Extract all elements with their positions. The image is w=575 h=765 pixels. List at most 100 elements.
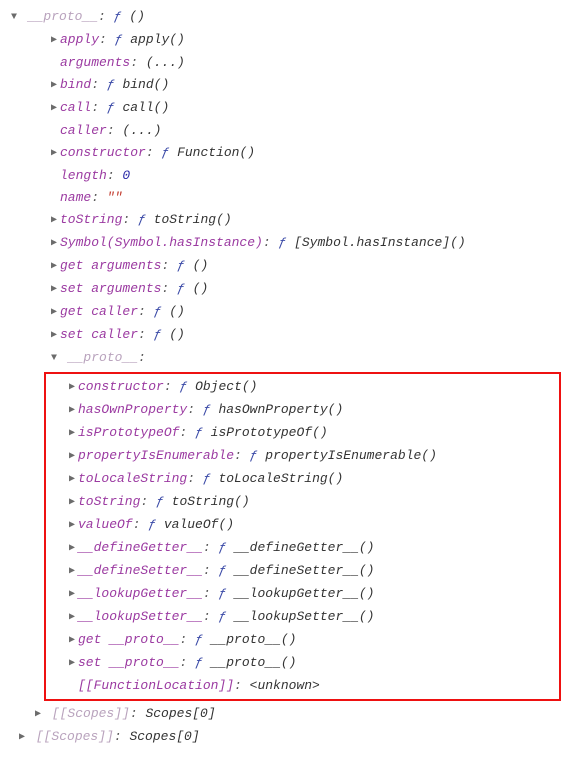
property-key: get caller [60,304,138,319]
property-key: bind [60,77,91,92]
tree-row[interactable]: isPrototypeOf: ƒ isPrototypeOf() [48,422,557,445]
property-key: get arguments [60,258,161,273]
tree-row[interactable]: __defineSetter__: ƒ __defineSetter__() [48,560,557,583]
expand-arrow-icon[interactable] [66,561,78,583]
function-glyph: ƒ [154,304,162,319]
expand-arrow-icon[interactable] [66,492,78,514]
tree-row[interactable]: arguments: (...) [4,52,571,74]
expand-arrow-icon[interactable] [48,30,60,52]
tree-row[interactable]: caller: (...) [4,120,571,142]
tree-row[interactable]: set arguments: ƒ () [4,278,571,301]
tree-row[interactable]: __lookupGetter__: ƒ __lookupGetter__() [48,583,557,606]
property-key: call [60,100,91,115]
tree-row[interactable]: get arguments: ƒ () [4,255,571,278]
expand-arrow-icon[interactable] [48,279,60,301]
expand-arrow-icon[interactable] [66,469,78,491]
tree-row[interactable]: get __proto__: ƒ __proto__() [48,629,557,652]
tree-row[interactable]: __lookupSetter__: ƒ __lookupSetter__() [48,606,557,629]
tree-row[interactable]: length: 0 [4,165,571,187]
expand-arrow-icon[interactable] [66,630,78,652]
expand-arrow-icon[interactable] [8,7,20,29]
expand-arrow-icon[interactable] [48,210,60,232]
expand-arrow-icon[interactable] [48,143,60,165]
expand-arrow-icon[interactable] [48,75,60,97]
function-glyph: ƒ [156,494,164,509]
tree-row[interactable]: toLocaleString: ƒ toLocaleString() [48,468,557,491]
expand-arrow-icon[interactable] [66,423,78,445]
function-glyph: ƒ [218,563,226,578]
tree-row[interactable]: [[FunctionLocation]]: <unknown> [48,675,557,697]
property-value: Scopes[0] [129,729,199,744]
expand-arrow-icon[interactable] [32,704,44,726]
function-glyph: ƒ [138,212,146,227]
tree-row-proto-0[interactable]: __proto__: ƒ () [4,6,571,29]
expand-arrow-icon[interactable] [16,727,28,749]
expand-arrow-icon[interactable] [66,538,78,560]
property-value: () [193,281,209,296]
property-key: set __proto__ [78,655,179,670]
property-key: propertyIsEnumerable [78,448,234,463]
expand-arrow-icon[interactable] [48,302,60,324]
property-key: __lookupGetter__ [78,586,203,601]
tree-row-proto-1[interactable]: __proto__: [4,347,571,370]
tree-row[interactable]: bind: ƒ bind() [4,74,571,97]
tree-row[interactable]: apply: ƒ apply() [4,29,571,52]
tree-row[interactable]: get caller: ƒ () [4,301,571,324]
expand-arrow-icon[interactable] [66,377,78,399]
expand-arrow-icon[interactable] [48,325,60,347]
expand-arrow-icon[interactable] [66,515,78,537]
property-key: __proto__ [68,350,138,365]
property-value: __proto__() [211,632,297,647]
tree-row[interactable]: call: ƒ call() [4,97,571,120]
tree-row[interactable]: constructor: ƒ Object() [48,376,557,399]
function-glyph: ƒ [154,327,162,342]
function-glyph: ƒ [195,632,203,647]
function-glyph: ƒ [218,540,226,555]
tree-row[interactable]: propertyIsEnumerable: ƒ propertyIsEnumer… [48,445,557,468]
tree-row-scopes-outer[interactable]: [[Scopes]]: Scopes[0] [4,726,571,749]
property-value: toLocaleString() [218,471,343,486]
property-key: set arguments [60,281,161,296]
tree-row[interactable]: __defineGetter__: ƒ __defineGetter__() [48,537,557,560]
property-key: valueOf [78,517,133,532]
expand-arrow-icon[interactable] [48,256,60,278]
tree-row[interactable]: toString: ƒ toString() [48,491,557,514]
expand-arrow-icon[interactable] [66,446,78,468]
property-value: bind() [122,77,169,92]
expand-arrow-icon[interactable] [66,400,78,422]
property-value: <unknown> [250,678,320,693]
property-value: 0 [122,168,130,183]
highlighted-region: constructor: ƒ Object()hasOwnProperty: ƒ… [44,372,561,701]
function-glyph: ƒ [195,655,203,670]
property-key: isPrototypeOf [78,425,179,440]
children-level-1: apply: ƒ apply()arguments: (...)bind: ƒ … [4,29,571,347]
property-key: set caller [60,327,138,342]
tree-row-scopes-inner[interactable]: [[Scopes]]: Scopes[0] [4,703,571,726]
tree-row[interactable]: set __proto__: ƒ __proto__() [48,652,557,675]
property-key: caller [60,123,107,138]
property-key: constructor [78,379,164,394]
tree-row[interactable]: constructor: ƒ Function() [4,142,571,165]
expand-arrow-icon[interactable] [66,584,78,606]
property-value: (...) [146,55,185,70]
function-glyph: ƒ [177,281,185,296]
expand-arrow-icon[interactable] [48,348,60,370]
tree-row[interactable]: name: "" [4,187,571,209]
tree-row[interactable]: hasOwnProperty: ƒ hasOwnProperty() [48,399,557,422]
function-glyph: ƒ [203,402,211,417]
expand-arrow-icon[interactable] [48,233,60,255]
expand-arrow-icon[interactable] [66,607,78,629]
function-glyph: ƒ [161,145,169,160]
property-value: (...) [122,123,161,138]
property-value: () [129,9,145,24]
property-value: [Symbol.hasInstance]() [294,235,466,250]
expand-arrow-icon[interactable] [48,98,60,120]
tree-row[interactable]: toString: ƒ toString() [4,209,571,232]
object-inspector: __proto__: ƒ () apply: ƒ apply()argument… [0,0,575,755]
tree-row[interactable]: Symbol(Symbol.hasInstance): ƒ [Symbol.ha… [4,232,571,255]
expand-arrow-icon[interactable] [66,653,78,675]
tree-row[interactable]: set caller: ƒ () [4,324,571,347]
tree-row[interactable]: valueOf: ƒ valueOf() [48,514,557,537]
function-glyph: ƒ [107,100,115,115]
property-key: __defineSetter__ [78,563,203,578]
